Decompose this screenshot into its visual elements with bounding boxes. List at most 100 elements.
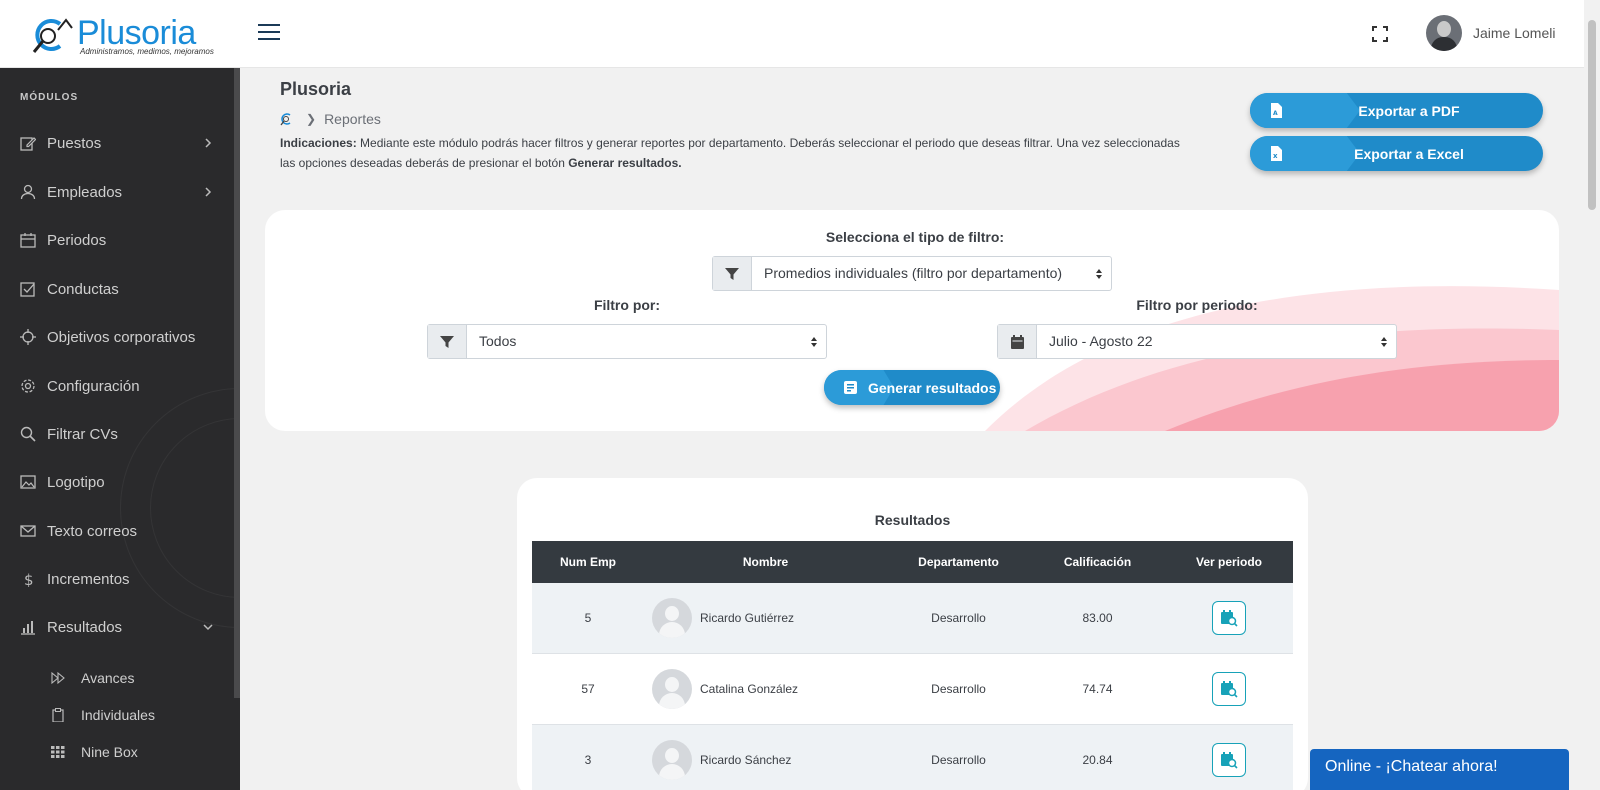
sidebar-item-label: Empleados [47, 183, 123, 201]
calendar-icon [998, 325, 1037, 358]
chevron-down-icon [203, 624, 213, 631]
employee-name: Ricardo Gutiérrez [700, 611, 795, 625]
sidebar-item-label: Conductas [47, 280, 119, 298]
indications-body: Mediante este módulo podrás hacer filtro… [280, 136, 1180, 170]
sidebar-subitem-nine-box[interactable]: Nine Box [0, 736, 234, 768]
sidebar: MÓDULOS Puestos Empleados Periodos Condu… [0, 68, 240, 790]
sidebar-item-label: Periodos [47, 231, 107, 249]
sidebar-item-periodos[interactable]: Periodos [0, 220, 234, 260]
filter-period-label: Filtro por periodo: [1136, 297, 1258, 313]
sidebar-item-puestos[interactable]: Puestos [0, 123, 234, 163]
sidebar-item-incrementos[interactable]: $ Incrementos [0, 559, 234, 599]
view-period-button[interactable] [1212, 743, 1246, 777]
hamburger-icon[interactable] [258, 24, 280, 42]
expand-icon[interactable] [1372, 26, 1388, 42]
sidebar-item-filtrar-cvs[interactable]: Filtrar CVs [0, 414, 234, 454]
column-header[interactable]: Ver periodo [1165, 541, 1293, 583]
column-header[interactable]: Calificación [1030, 541, 1165, 583]
view-period-button[interactable] [1212, 672, 1246, 706]
user-name[interactable]: Jaime Lomeli [1473, 25, 1555, 41]
column-header[interactable]: Num Emp [532, 541, 644, 583]
select-arrows-icon [802, 325, 826, 358]
column-header[interactable]: Nombre [644, 541, 887, 583]
top-header: Plusoria Administramos, medimos, mejoram… [0, 0, 1584, 68]
generate-results-button[interactable]: Generar resultados [824, 370, 1000, 405]
edit-icon [20, 137, 36, 151]
filter-type-value: Promedios individuales (filtro por depar… [764, 265, 1063, 281]
sidebar-scrollbar[interactable] [234, 68, 240, 698]
filter-by-label: Filtro por: [593, 297, 661, 313]
sidebar-item-empleados[interactable]: Empleados [0, 172, 234, 212]
sidebar-item-objetivos[interactable]: Objetivos corporativos [0, 317, 234, 357]
calendar-search-icon [1221, 752, 1238, 769]
cell-name: Catalina González [644, 654, 887, 724]
cell-name: Ricardo Gutiérrez [644, 583, 887, 653]
sidebar-subitem-avances[interactable]: Avances [0, 662, 234, 694]
cell-name: Ricardo Sánchez [644, 725, 887, 790]
indications-label: Indicaciones: [280, 136, 357, 150]
chevron-right-icon: ❯ [306, 112, 317, 126]
table-row: 57 Catalina González Desarrollo 74.74 [532, 654, 1293, 725]
clipboard-icon [52, 708, 64, 722]
brand-logo[interactable]: Plusoria Administramos, medimos, mejoram… [30, 14, 214, 58]
employee-name: Catalina González [700, 682, 799, 696]
breadcrumb: ❯ Reportes [280, 110, 381, 128]
filter-period-value: Julio - Agosto 22 [1049, 333, 1153, 349]
avatar [652, 598, 692, 638]
cell-department: Desarrollo [931, 753, 986, 767]
cell-view [1165, 725, 1293, 790]
page-scrollbar[interactable] [1584, 0, 1600, 790]
sidebar-subitem-individuales[interactable]: Individuales [0, 699, 234, 731]
calendar-search-icon [1221, 681, 1238, 698]
filter-type-label: Selecciona el tipo de filtro: [825, 229, 1005, 245]
sidebar-item-label: Resultados [47, 618, 123, 636]
results-card: Resultados Num Emp Nombre Departamento C… [517, 478, 1308, 790]
table-header: Num Emp Nombre Departamento Calificación… [532, 541, 1293, 583]
scrollbar-thumb[interactable] [1588, 20, 1596, 210]
live-chat-button[interactable]: Online - ¡Chatear ahora! [1310, 749, 1569, 790]
indications-text: Indicaciones: Mediante este módulo podrá… [280, 133, 1180, 173]
chevron-right-icon [205, 138, 212, 148]
sidebar-item-configuracion[interactable]: Configuración [0, 366, 234, 406]
sidebar-item-label: Filtrar CVs [47, 425, 118, 443]
sidebar-item-label: Incrementos [47, 570, 130, 588]
select-arrows-icon [1372, 325, 1396, 358]
breadcrumb-current: Reportes [324, 111, 381, 127]
page-title: Plusoria [280, 79, 352, 99]
sidebar-subitem-label: Individuales [81, 707, 155, 723]
avatar [652, 669, 692, 709]
sidebar-item-logotipo[interactable]: Logotipo [0, 462, 234, 502]
home-logo-icon[interactable] [280, 112, 294, 126]
filter-by-value: Todos [479, 333, 517, 349]
column-header[interactable]: Departamento [887, 541, 1030, 583]
brand-tagline: Administramos, medimos, mejoramos [80, 47, 214, 56]
cell-view [1165, 654, 1293, 724]
table-row: 5 Ricardo Gutiérrez Desarrollo 83.00 [532, 583, 1293, 654]
sidebar-subitem-label: Nine Box [81, 744, 138, 760]
cell-score: 83.00 [1082, 611, 1113, 625]
sidebar-item-resultados[interactable]: Resultados [0, 607, 234, 647]
filter-period-select[interactable]: Julio - Agosto 22 [997, 324, 1397, 359]
target-icon [20, 329, 36, 345]
export-excel-button[interactable]: x Exportar a Excel [1250, 136, 1543, 171]
user-avatar[interactable] [1426, 15, 1462, 51]
grid-icon [51, 746, 65, 758]
sidebar-item-label: Objetivos corporativos [47, 328, 196, 346]
export-pdf-button[interactable]: A Exportar a PDF [1250, 93, 1543, 128]
sidebar-item-conductas[interactable]: Conductas [0, 269, 234, 309]
search-icon [20, 426, 36, 442]
filter-by-select[interactable]: Todos [427, 324, 827, 359]
filter-type-select[interactable]: Promedios individuales (filtro por depar… [712, 256, 1112, 291]
report-icon [844, 381, 857, 394]
results-table: Num Emp Nombre Departamento Calificación… [532, 541, 1293, 790]
cell-num-emp: 3 [584, 753, 592, 767]
cell-department: Desarrollo [931, 611, 986, 625]
table-row: 3 Ricardo Sánchez Desarrollo 20.84 [532, 725, 1293, 790]
select-arrows-icon [1087, 257, 1111, 290]
results-title: Resultados [874, 512, 951, 528]
view-period-button[interactable] [1212, 601, 1246, 635]
cell-score: 20.84 [1082, 753, 1113, 767]
cell-num-emp: 5 [584, 611, 592, 625]
sidebar-item-texto-correos[interactable]: Texto correos [0, 511, 234, 551]
sidebar-item-label: Texto correos [47, 522, 138, 540]
